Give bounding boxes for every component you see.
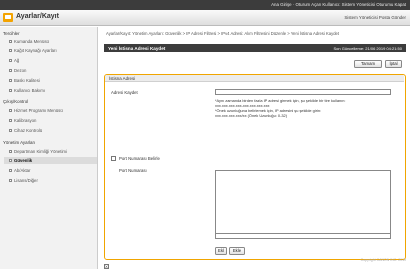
sidebar-item-security[interactable]: Güvenlik (4, 157, 97, 164)
ok-button[interactable]: Tamam (354, 60, 382, 68)
port-number-list[interactable] (215, 170, 391, 238)
sidebar-section-preferences: Tercihler (3, 31, 20, 36)
sidebar-item-paper-source[interactable]: Kağıt Kaynağı Ayarları (9, 48, 57, 53)
sidebar-item-license[interactable]: Lisans/Diğer (9, 178, 38, 183)
bullet-icon (9, 150, 12, 154)
bullet-icon (9, 179, 12, 183)
bullet-icon (9, 119, 12, 123)
page-title-bar: Yeni İstisna Adresi Kaydet Son Güncellem… (104, 44, 406, 52)
bullet-icon (9, 49, 12, 53)
port-number-label: Port Numarası (119, 168, 147, 173)
header: Ayarlar/Kayıt Sistem Yöneticisi Posta Gö… (0, 10, 410, 26)
bullet-icon (9, 59, 12, 63)
top-links[interactable]: Ana Girişe · Oturum Açan Kullanıcı: Sist… (271, 2, 406, 7)
panel-title: İstisna Adresi (109, 76, 136, 81)
close-icon[interactable]: X (104, 264, 109, 269)
sidebar-item-department-id[interactable]: Departman Kimliği Yönetimi (9, 149, 67, 154)
sidebar-item-print-quality[interactable]: Baskı Kalitesi (9, 78, 40, 83)
main-content: Ayarlar/Kayıt: Yönetim Ayarları: Güvenli… (100, 27, 410, 269)
admin-mode-link[interactable]: Sistem Yöneticisi Posta Gönder (344, 15, 406, 20)
page-title: Yeni İstisna Adresi Kaydet (108, 45, 166, 51)
port-number-input[interactable] (215, 233, 391, 239)
delete-button[interactable]: Ekle (229, 247, 245, 255)
address-label: Adresi Kaydet (111, 90, 138, 95)
settings-app-icon (3, 13, 13, 22)
bullet-icon (9, 129, 12, 133)
bullet-icon (9, 89, 12, 93)
bullet-icon (9, 169, 12, 173)
sidebar-item-control-menu[interactable]: Kumanda Menüsü (9, 39, 49, 44)
bullet-icon (9, 79, 12, 83)
sidebar-item-dezon[interactable]: Dezon (9, 68, 26, 73)
port-number-checkbox-label: Port Numarası Belirle (119, 156, 160, 161)
port-number-checkbox[interactable] (111, 156, 116, 161)
bullet-icon (9, 109, 12, 113)
top-bar: Ana Girişe · Oturum Açan Kullanıcı: Sist… (0, 0, 410, 10)
panel-header: İstisna Adresi (105, 75, 404, 82)
bullet-icon (9, 40, 12, 44)
sidebar-item-device-control[interactable]: Cihaz Kontrolü (9, 128, 42, 133)
last-updated: Son Güncelleme: 21/06 2019 04:21:50 (333, 46, 403, 51)
sidebar-item-user-maintenance[interactable]: Kullanıcı Bakımı (9, 88, 45, 93)
bullet-icon (9, 159, 12, 163)
sidebar: Tercihler Kumanda Menüsü Kağıt Kaynağı A… (0, 27, 98, 269)
sidebar-section-output: Çıkış/Kontrol (3, 99, 29, 104)
footer-copyright: Copyright CANON INC. 2019 (360, 258, 406, 262)
address-input[interactable] (215, 89, 391, 95)
exception-address-panel: İstisna Adresi Adresi Kaydet *Aynı zaman… (104, 74, 406, 260)
sidebar-section-management: Yönetim Ayarları (3, 140, 36, 145)
sidebar-item-import-export[interactable]: Ab/Aktar (9, 168, 30, 173)
sidebar-item-calibration[interactable]: Kalibrasyon (9, 118, 36, 123)
sidebar-item-service-menu[interactable]: Hizmet Programı Menüsü (9, 108, 63, 113)
app-title: Ayarlar/Kayıt (16, 13, 59, 20)
address-hint: *Aynı zamanda birden fazla IP adresi gir… (215, 98, 346, 118)
cancel-button[interactable]: İptal (385, 60, 402, 68)
breadcrumb[interactable]: Ayarlar/Kayıt: Yönetim Ayarları: Güvenli… (106, 31, 402, 36)
add-button[interactable]: Ekl (215, 247, 227, 255)
sidebar-item-network[interactable]: Ağ (9, 58, 19, 63)
bullet-icon (9, 69, 12, 73)
